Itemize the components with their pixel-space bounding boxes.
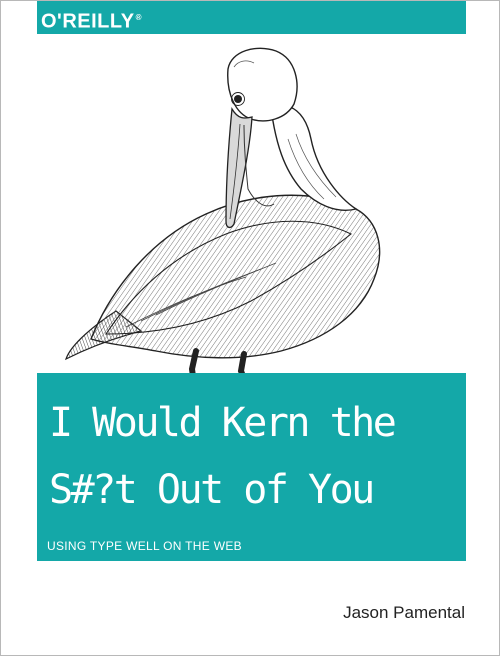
pelican-head xyxy=(227,47,298,122)
author-name: Jason Pamental xyxy=(343,603,465,622)
book-cover: O'REILLY® I Would Kern the S#?t Out of Y… xyxy=(0,0,500,656)
publisher-logo: O'REILLY® xyxy=(41,6,142,34)
book-title-line-2: S#?t Out of You xyxy=(49,467,375,513)
pelican-eye xyxy=(234,95,242,103)
book-subtitle: USING TYPE WELL ON THE WEB xyxy=(47,539,242,553)
publisher-bar: O'REILLY® xyxy=(37,1,466,34)
book-title-line-1: I Would Kern the xyxy=(49,400,397,446)
pelican-illustration xyxy=(64,47,381,413)
title-panel: I Would Kern the S#?t Out of You USING T… xyxy=(37,373,466,561)
pelican-neck xyxy=(270,105,358,211)
registered-mark: ® xyxy=(135,13,142,22)
publisher-logo-text: O'REILLY xyxy=(41,10,135,33)
